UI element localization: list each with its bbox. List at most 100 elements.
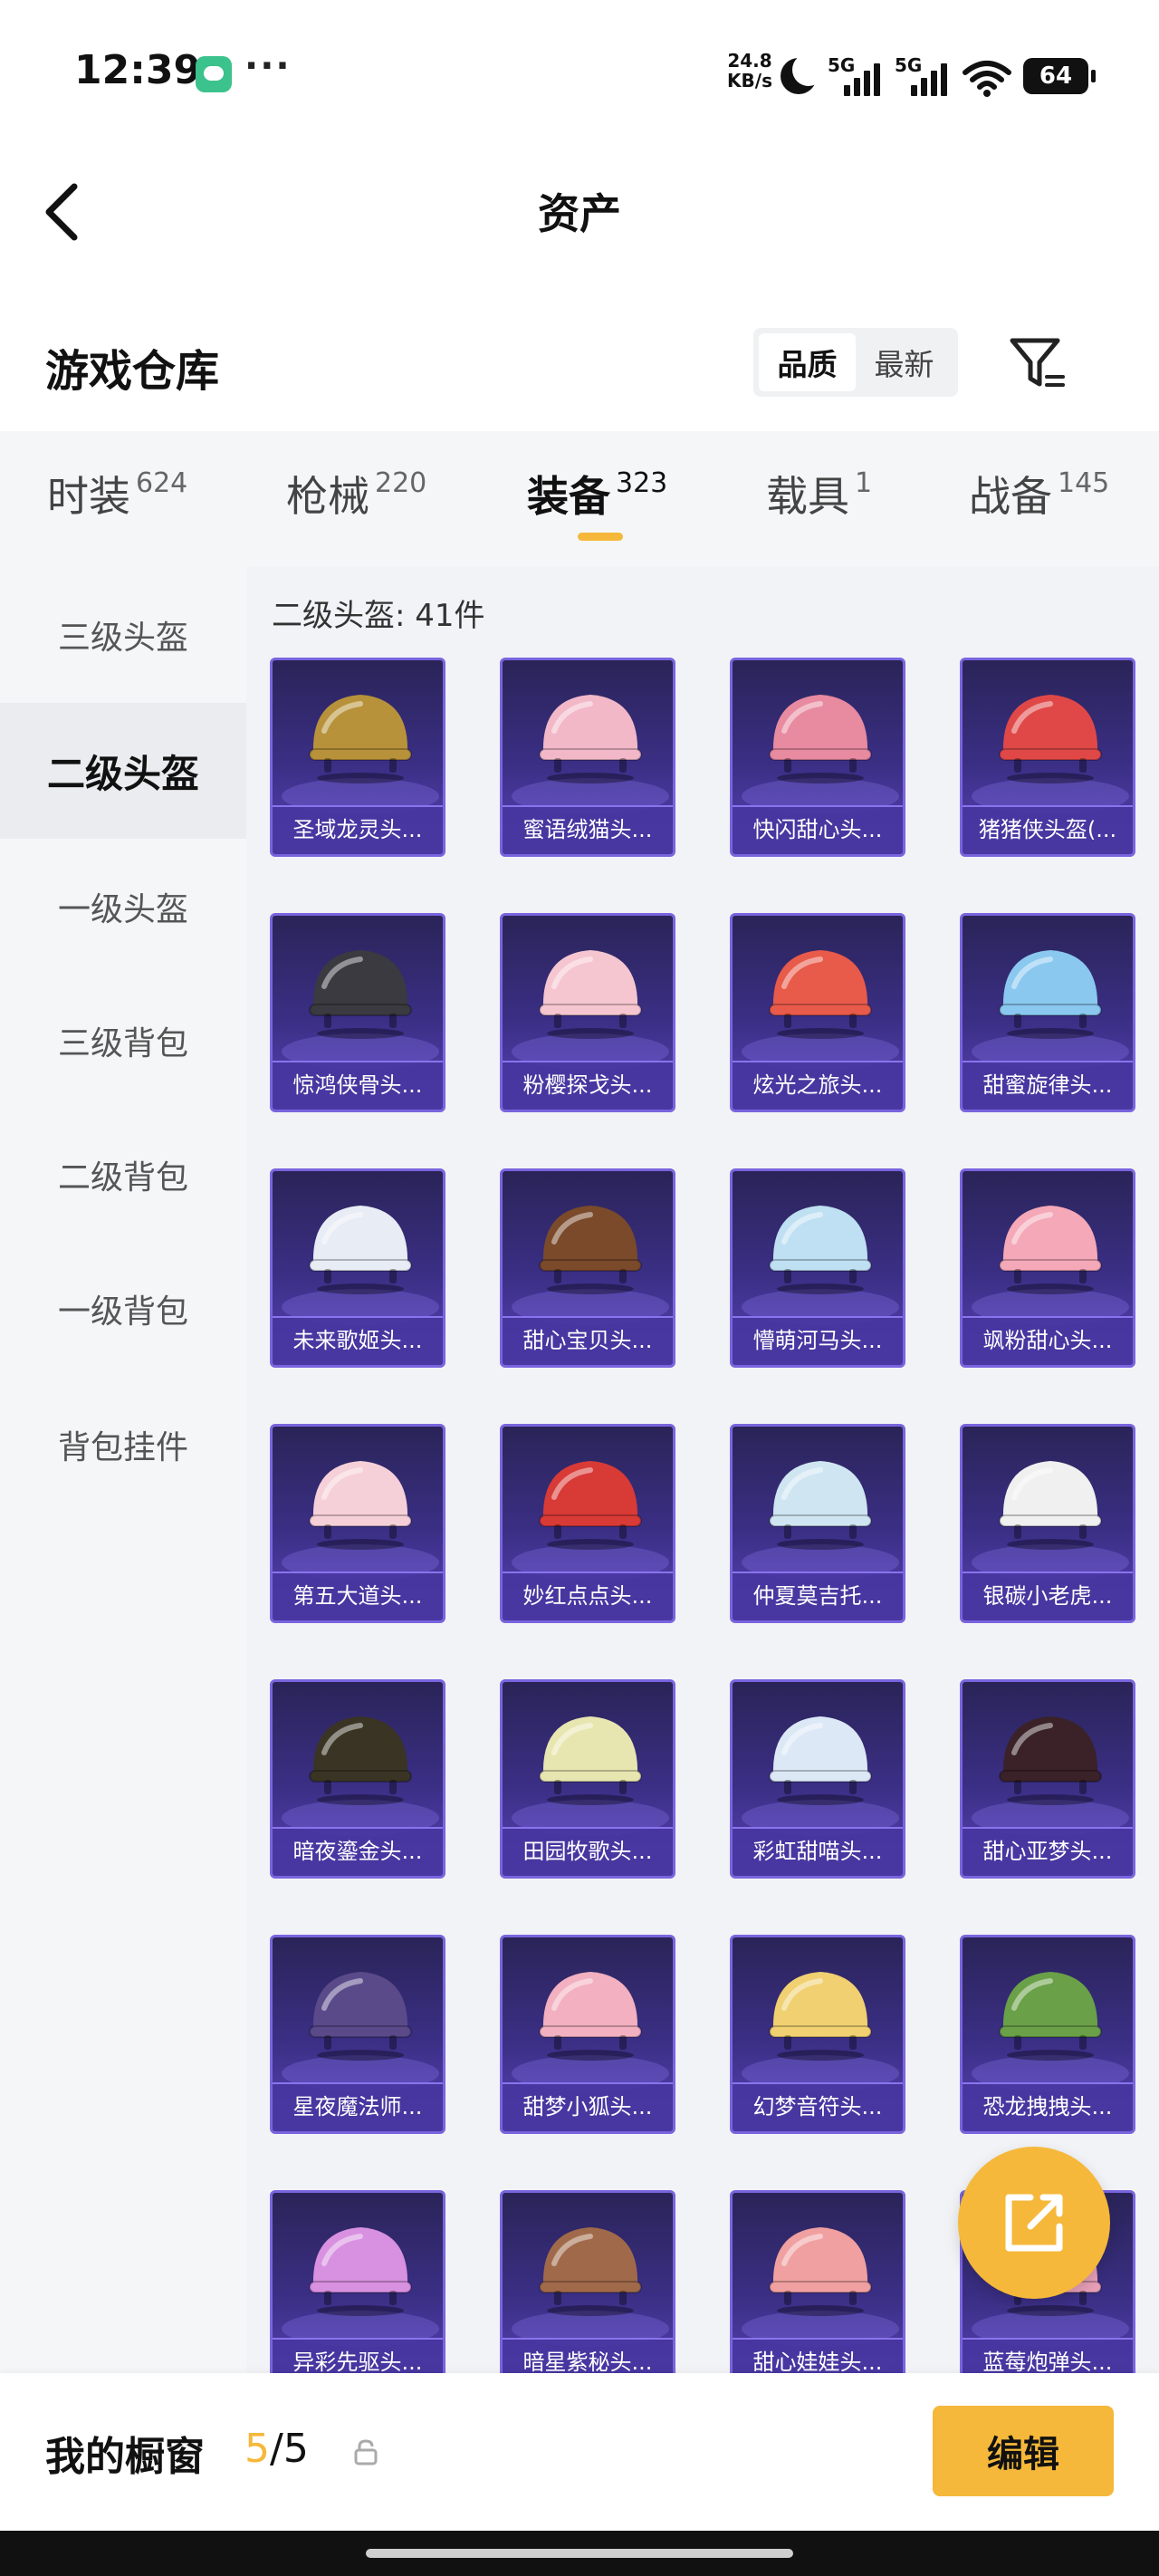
showcase-total: /5 (270, 2426, 309, 2472)
sort-newest-option[interactable]: 最新 (856, 333, 953, 391)
sidebar-item-level2-helmet[interactable]: 二级头盔 (0, 703, 246, 839)
subcategory-sidebar: 三级头盔 二级头盔 一级头盔 三级背包 二级背包 一级背包 背包挂件 (0, 567, 246, 2373)
item-name: 甜蜜旋律头... (963, 1061, 1133, 1110)
tab-equipment[interactable]: 装备 323 (527, 464, 667, 527)
item-card[interactable]: 田园牧歌头... (500, 1679, 675, 1879)
sort-toggle: 品质 最新 (753, 328, 958, 397)
tab-vehicles[interactable]: 载具 1 (766, 464, 872, 527)
item-card[interactable]: 第五大道头... (270, 1424, 445, 1623)
item-name: 甜心亚梦头... (963, 1827, 1133, 1876)
status-icons: 5G 5G 64 (781, 49, 1096, 100)
tab-firearms[interactable]: 枪械 220 (286, 464, 426, 527)
item-card[interactable]: 快闪甜心头... (730, 658, 905, 857)
item-card[interactable]: 飒粉甜心头... (960, 1168, 1135, 1368)
edit-button[interactable]: 编辑 (933, 2406, 1114, 2496)
showcase-title: 我的橱窗 (45, 2434, 205, 2480)
item-name: 炫光之旅头... (733, 1061, 903, 1110)
signal-label-2: 5G (895, 54, 923, 76)
item-name: 快闪甜心头... (733, 805, 903, 854)
share-button[interactable] (958, 2147, 1110, 2299)
sidebar-item-level2-backpack[interactable]: 二级背包 (0, 1107, 246, 1243)
item-name: 幻梦音符头... (733, 2082, 903, 2131)
item-card[interactable]: 仲夏莫吉托... (730, 1424, 905, 1623)
item-card[interactable]: 猪猪侠头盔(... (960, 658, 1135, 857)
item-card[interactable]: 甜蜜旋律头... (960, 913, 1135, 1112)
item-name: 仲夏莫吉托... (733, 1572, 903, 1620)
wifi-icon (962, 54, 1014, 100)
item-card[interactable]: 暗星紫秘头... (500, 2190, 675, 2373)
item-card[interactable]: 暗夜鎏金头... (270, 1679, 445, 1879)
item-card[interactable]: 彩虹甜喵头... (730, 1679, 905, 1879)
item-card[interactable]: 甜心娃娃头... (730, 2190, 905, 2373)
helmet-icon (309, 1461, 412, 1550)
tab-fashion[interactable]: 时装 624 (47, 464, 187, 527)
sidebar-item-level3-helmet[interactable]: 三级头盔 (0, 567, 246, 703)
filter-button[interactable] (1005, 332, 1068, 395)
helmet-icon (769, 1716, 872, 1805)
tab-label: 枪械 (286, 472, 369, 521)
item-grid: 二级头盔: 41件 圣域龙灵头... 蜜语绒猫头... 快闪甜心头... 猪猪侠头盔(… (246, 567, 1159, 2373)
item-card[interactable]: 炫光之旅头... (730, 913, 905, 1112)
showcase-bar: 我的橱窗 5/5 编辑 (0, 2373, 1159, 2531)
helmet-icon (539, 2227, 642, 2316)
sidebar-item-level3-backpack[interactable]: 三级背包 (0, 973, 246, 1109)
item-card[interactable]: 甜梦小狐头... (500, 1935, 675, 2134)
sidebar-item-level1-backpack[interactable]: 一级背包 (0, 1241, 246, 1377)
helmet-icon (999, 1716, 1102, 1805)
sidebar-item-backpack-charm[interactable]: 背包挂件 (0, 1377, 246, 1513)
item-card[interactable]: 甜心亚梦头... (960, 1679, 1135, 1879)
tab-count: 1 (855, 467, 873, 499)
item-card[interactable]: 妙红点点头... (500, 1424, 675, 1623)
item-name: 蓝莓炮弹头... (963, 2338, 1133, 2373)
external-link-icon (1005, 2194, 1063, 2252)
sidebar-item-level1-helmet[interactable]: 一级头盔 (0, 839, 246, 975)
item-card[interactable]: 粉樱探戈头... (500, 913, 675, 1112)
item-name: 星夜魔法师... (273, 2082, 443, 2131)
item-name: 猪猪侠头盔(... (963, 805, 1133, 854)
signal-label-1: 5G (828, 54, 856, 76)
item-name: 妙红点点头... (503, 1572, 673, 1620)
item-card[interactable]: 甜心宝贝头... (500, 1168, 675, 1368)
network-speed-value: 24.8 (727, 50, 772, 72)
helmet-icon (309, 695, 412, 783)
item-card[interactable]: 银碳小老虎... (960, 1424, 1135, 1623)
helmet-icon (999, 950, 1102, 1039)
back-button[interactable] (36, 174, 91, 250)
helmet-icon (539, 1972, 642, 2061)
item-name: 飒粉甜心头... (963, 1316, 1133, 1365)
tab-label: 载具 (766, 472, 849, 521)
battery-icon: 64 (1023, 58, 1096, 94)
item-name: 暗夜鎏金头... (273, 1827, 443, 1876)
item-card[interactable]: 未来歌姬头... (270, 1168, 445, 1368)
item-name: 蜜语绒猫头... (503, 805, 673, 854)
item-card[interactable]: 蜜语绒猫头... (500, 658, 675, 857)
item-name: 恐龙拽拽头... (963, 2082, 1133, 2131)
tab-count: 624 (136, 467, 188, 499)
helmet-icon (999, 695, 1102, 783)
item-name: 暗星紫秘头... (503, 2338, 673, 2373)
item-card[interactable]: 异彩先驱头... (270, 2190, 445, 2373)
signal-icon-2: 5G (895, 54, 954, 100)
helmet-icon (769, 1206, 872, 1294)
signal-icon-1: 5G (828, 54, 887, 100)
helmet-icon (539, 1206, 642, 1294)
helmet-icon (309, 2227, 412, 2316)
item-card[interactable]: 幻梦音符头... (730, 1935, 905, 2134)
item-card[interactable]: 圣域龙灵头... (270, 658, 445, 857)
status-time: 12:39 (74, 47, 202, 93)
tab-label: 时装 (47, 472, 130, 521)
lock-icon (354, 2439, 378, 2465)
item-name: 惊鸿侠骨头... (273, 1061, 443, 1110)
helmet-icon (309, 1206, 412, 1294)
item-card[interactable]: 惊鸿侠骨头... (270, 913, 445, 1112)
tab-count: 323 (616, 467, 668, 499)
helmet-icon (309, 950, 412, 1039)
home-indicator[interactable] (366, 2549, 793, 2558)
item-card[interactable]: 懵萌河马头... (730, 1168, 905, 1368)
item-name: 懵萌河马头... (733, 1316, 903, 1365)
sort-quality-option[interactable]: 品质 (759, 333, 856, 391)
item-card[interactable]: 星夜魔法师... (270, 1935, 445, 2134)
item-count-label: 二级头盔: 41件 (272, 598, 485, 634)
item-card[interactable]: 恐龙拽拽头... (960, 1935, 1135, 2134)
tab-combat-gear[interactable]: 战备 145 (969, 464, 1109, 527)
